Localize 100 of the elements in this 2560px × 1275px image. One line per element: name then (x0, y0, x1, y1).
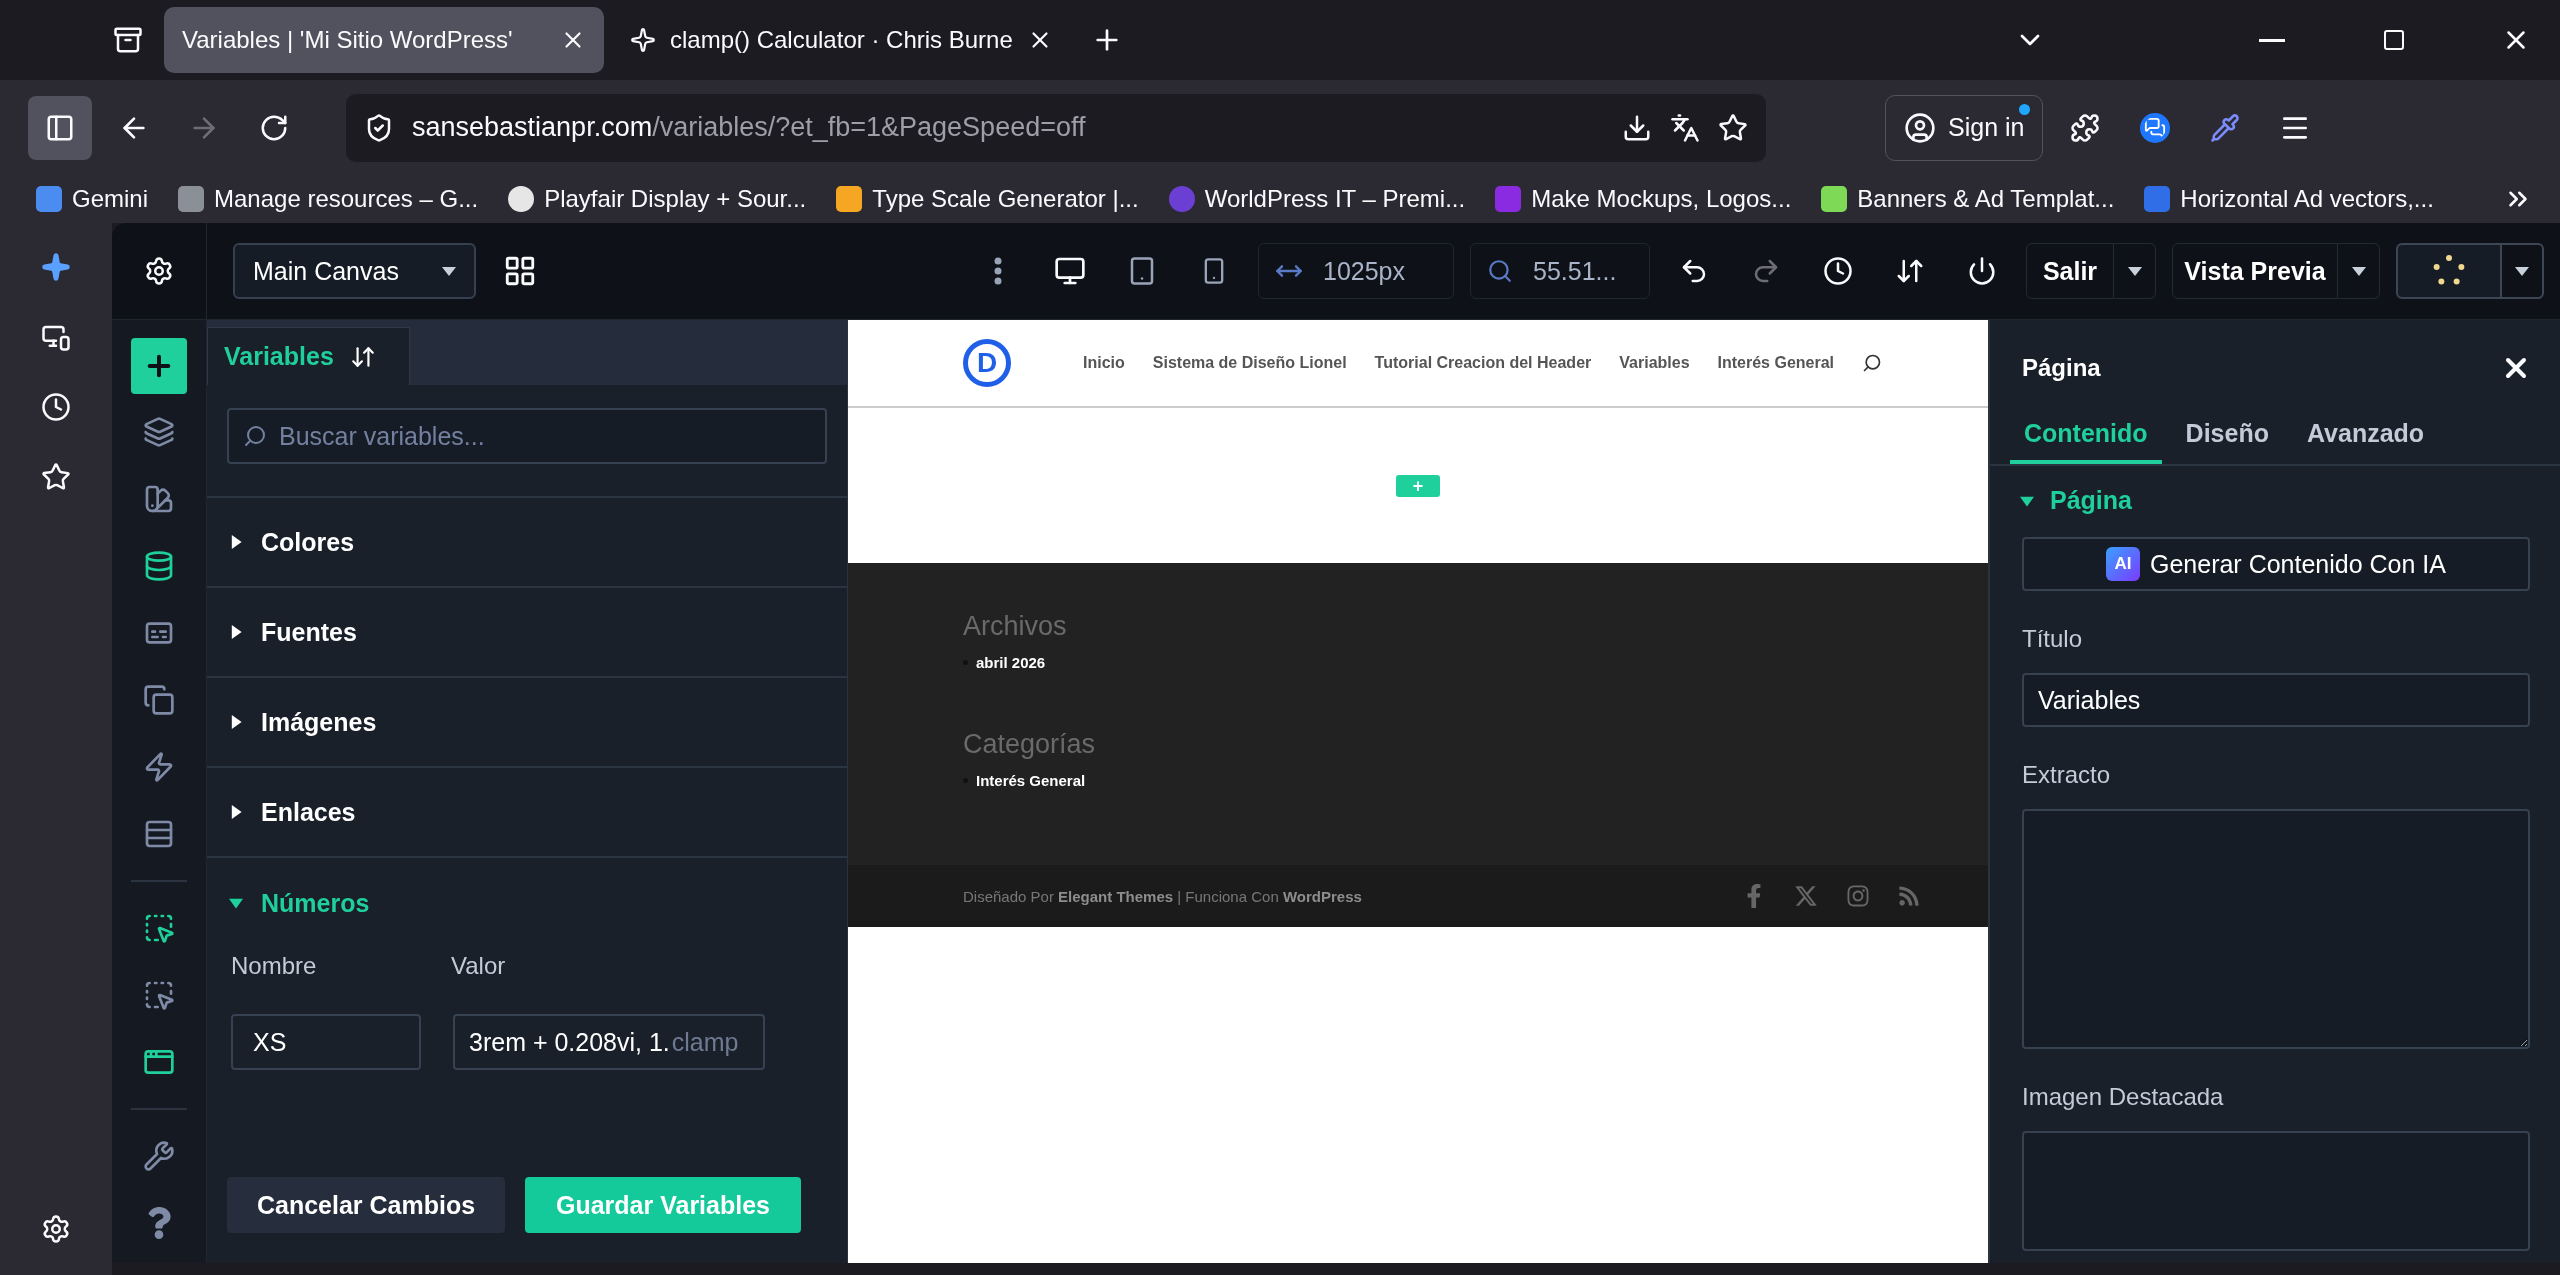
swatch-icon (143, 483, 175, 515)
caret-icon (442, 266, 456, 276)
caret-icon (229, 896, 243, 910)
settings-tab[interactable]: Diseño (2171, 406, 2283, 464)
widget-link[interactable]: Interés General (976, 772, 1086, 789)
x-icon (1794, 884, 1818, 908)
ai-icon: AI (2106, 547, 2140, 581)
settings-icon (41, 1214, 71, 1244)
translate-icon (1670, 112, 1700, 143)
x-link[interactable] (1794, 884, 1818, 908)
canvas-select[interactable]: Main Canvas (233, 243, 476, 299)
image-upload-field[interactable] (2022, 1131, 2530, 1251)
clock-icon (1823, 256, 1853, 286)
tab-group-icon (113, 25, 143, 55)
rss-link[interactable] (1898, 885, 1920, 907)
menu-link[interactable]: Variables (1619, 354, 1690, 372)
chat-bubbles-icon (2140, 112, 2171, 143)
site-logo[interactable]: D (963, 339, 1011, 387)
maximize-icon (2382, 28, 2406, 52)
lightning-icon (143, 751, 175, 783)
tab-title: Variables | 'Mi Sitio WordPress' (182, 26, 514, 54)
puzzle-icon (2070, 112, 2101, 143)
bookmark-link[interactable]: Banners & Ad Templat... (1821, 185, 2115, 213)
search-field[interactable]: Buscar variables... (227, 408, 827, 464)
caret-icon (229, 715, 243, 729)
field-label: Extracto (2022, 761, 2112, 789)
settings-tab[interactable]: Contenido (2010, 406, 2162, 464)
bookmark-link[interactable]: Type Scale Generator |... (836, 185, 1139, 213)
generate-ai-button[interactable]: AI Generar Contenido Con IA (2022, 537, 2530, 591)
tools-icon (143, 1140, 175, 1172)
instagram-link[interactable] (1846, 884, 1870, 908)
sign-in-button[interactable]: Sign in (1885, 94, 2044, 161)
section-header[interactable]: Página (1990, 466, 2560, 515)
column-label: Valor (451, 952, 507, 980)
copy-icon (143, 684, 175, 716)
bookmark-link[interactable]: WorldPress IT – Premi... (1168, 185, 1466, 213)
sparkle-icon (41, 252, 71, 282)
bookmark-link[interactable]: Manage resources – G... (178, 185, 479, 213)
save-menu-button[interactable] (2502, 243, 2544, 299)
bookmark-link[interactable]: Make Mockups, Logos... (1495, 185, 1792, 213)
exit-button[interactable]: Salir (2026, 243, 2114, 299)
selection-pointer-icon (143, 912, 175, 944)
menu-link[interactable]: Tutorial Creacion del Header (1374, 354, 1592, 372)
power-icon (1967, 256, 1997, 286)
add-button[interactable] (131, 338, 187, 394)
bookmark-link[interactable]: Horizontal Ad vectors,... (2144, 185, 2434, 213)
cancel-button[interactable]: Cancelar Cambios (227, 1177, 505, 1233)
menu-link[interactable]: Inicio (1083, 354, 1125, 372)
browser-tab[interactable]: clamp() Calculator · Chris Burne (612, 7, 1071, 73)
caret-icon (2127, 266, 2142, 276)
search-icon (1862, 353, 1883, 373)
bookmark-link[interactable]: Playfair Display + Sour... (508, 185, 807, 213)
group-header[interactable]: Números (207, 858, 847, 948)
name-input[interactable]: XS (231, 1014, 421, 1070)
search-icon (243, 424, 267, 448)
caret-icon (2515, 266, 2529, 276)
group-header[interactable]: Enlaces (207, 768, 847, 858)
clamp-label: clamp (671, 1027, 739, 1057)
group-header[interactable]: Imágenes (207, 678, 847, 768)
field-label: Imagen Destacada (2022, 1083, 2225, 1111)
widget-link[interactable]: abril 2026 (976, 654, 1046, 671)
group-header[interactable]: Colores (207, 498, 847, 588)
star-icon (1718, 112, 1748, 143)
group-header[interactable]: Fuentes (207, 588, 847, 678)
width-field[interactable]: 1025px (1258, 243, 1454, 299)
save-button[interactable] (2396, 243, 2502, 299)
value-input[interactable]: 3rem + 0.208vi, 1.clamp (453, 1014, 765, 1070)
footer-credit: Diseñado Por Elegant Themes | Funciona Con WordPress (963, 887, 1362, 905)
eyedropper-icon (2210, 112, 2241, 143)
caret-icon (2351, 266, 2366, 276)
zoom-field[interactable]: 55.51... (1470, 243, 1650, 299)
preview-menu-button[interactable] (2338, 243, 2380, 299)
panel-title: Página (2022, 354, 2101, 382)
widget-title: Archivos (963, 611, 1068, 642)
search-icon (1487, 258, 1513, 284)
minimize-icon (2259, 38, 2285, 42)
layers-icon (143, 416, 175, 448)
caret-icon (229, 625, 243, 639)
account-icon (1904, 111, 1936, 144)
tab-title: clamp() Calculator · Chris Burne (670, 26, 1013, 54)
menu-link[interactable]: Sistema de Diseño Lionel (1152, 354, 1347, 372)
title-input[interactable]: Variables (2022, 673, 2530, 727)
database-icon (143, 550, 175, 582)
bookmark-link[interactable]: Gemini (36, 185, 149, 213)
more-icon (994, 257, 1002, 285)
widget-title: Categorías (963, 729, 1097, 760)
browser-tab[interactable]: Variables | 'Mi Sitio WordPress' (164, 7, 604, 73)
caret-icon (229, 805, 243, 819)
settings-tab[interactable]: Avanzado (2292, 406, 2439, 464)
caret-icon (229, 535, 243, 549)
history-icon (41, 392, 71, 422)
menu-link[interactable]: Interés General (1717, 354, 1835, 372)
settings-icon (144, 256, 174, 286)
sidebar-toggle-button[interactable] (28, 95, 92, 160)
notification-dot-icon (2019, 103, 2031, 115)
variables-tab[interactable]: Variables (207, 327, 410, 385)
preview-button[interactable]: Vista Previa (2172, 243, 2338, 299)
exit-menu-button[interactable] (2114, 243, 2156, 299)
star-icon (41, 462, 71, 492)
address-bar[interactable]: sansebastianpr.com/variables/?et_fb=1&PageSpeed=off (346, 93, 1766, 162)
